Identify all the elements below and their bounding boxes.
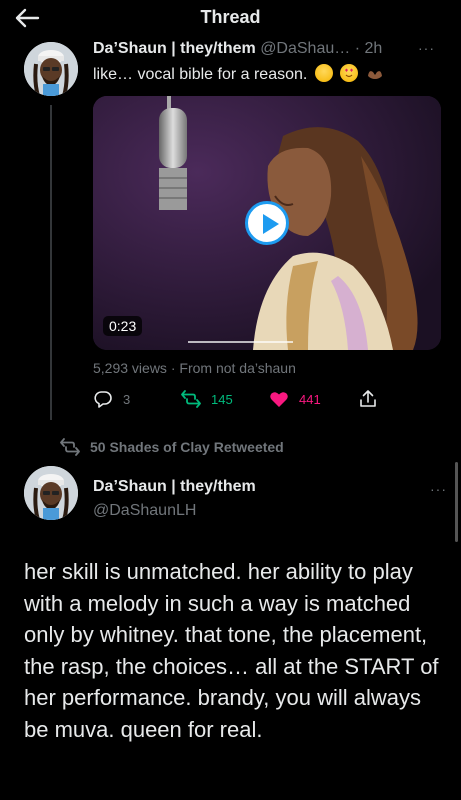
avatar-illustration [24,466,78,520]
retweet-icon [181,390,201,408]
views-row: 5,293 views · From not da’shaun [93,360,296,376]
avatar[interactable] [24,42,78,96]
author-handle[interactable]: @DaShau… [260,40,350,57]
like-count: 441 [299,391,321,407]
page-title: Thread [200,7,261,27]
heart-hands-emoji-icon [366,64,384,82]
view-count: 5,293 views [93,360,167,376]
separator-dot: · [354,40,361,57]
reply-count: 3 [123,391,131,407]
retweeted-by-banner[interactable]: 50 Shades of Clay Retweeted [60,437,284,457]
tweet-time[interactable]: 2h [364,40,382,57]
author-name[interactable]: Da’Shaun | they/them [93,478,256,496]
avatar[interactable] [24,466,78,520]
main-tweet-text: her skill is unmatched. her ability to p… [24,559,439,742]
header-bar: Thread [0,0,461,36]
share-icon [360,390,376,407]
more-icon[interactable]: ··· [430,481,447,497]
tired-face-emoji-icon [314,64,333,82]
like-button[interactable]: 441 [269,386,321,412]
tweet-header: Da’Shaun | they/them @DaShau… · 2h ··· [93,40,449,60]
tweet-text-content: like… vocal bible for a reason. [93,66,308,83]
tweet-actions: 3 145 441 [93,386,433,412]
scrollbar[interactable] [455,462,458,542]
retweet-icon [60,438,80,456]
author-name[interactable]: Da’Shaun | they/them [93,40,256,57]
tweet-text: like… vocal bible for a reason. [93,64,384,84]
share-button[interactable] [358,386,388,412]
play-icon[interactable] [245,201,289,245]
video-duration: 0:23 [103,316,143,336]
heart-eyes-emoji-icon [340,64,359,82]
reply-icon [94,391,112,408]
views-separator: · [166,360,180,376]
thread-connector-line [50,105,52,420]
heart-icon [270,392,288,407]
retweet-count: 145 [211,391,233,407]
more-icon[interactable]: ··· [418,40,435,56]
retweeted-by-text: 50 Shades of Clay Retweeted [90,439,284,455]
reply-button[interactable]: 3 [93,386,130,412]
retweet-button[interactable]: 145 [181,386,233,412]
source-attribution[interactable]: From not da’shaun [179,360,295,376]
avatar-illustration [24,42,78,96]
author-handle[interactable]: @DaShaunLH [93,502,196,520]
